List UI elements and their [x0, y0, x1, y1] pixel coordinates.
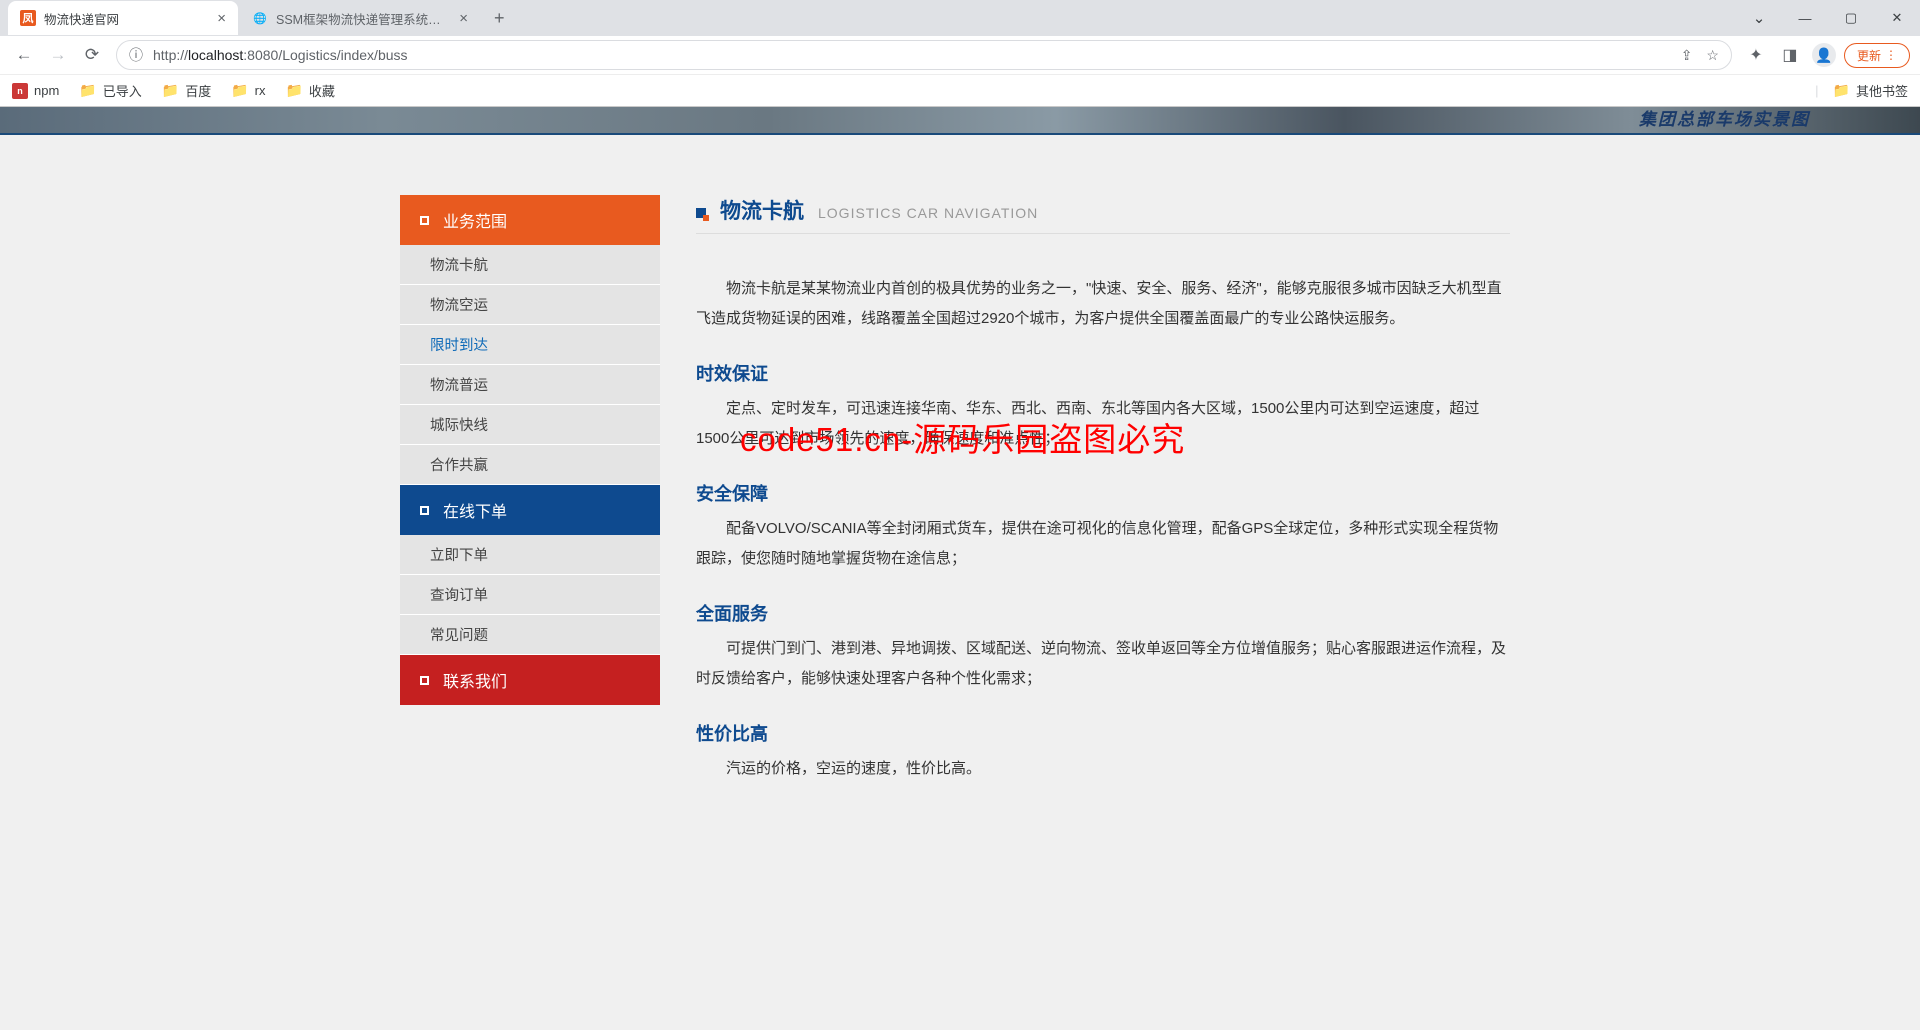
other-bookmarks[interactable]: 📁其他书签	[1833, 81, 1908, 100]
article-body: 物流卡航是某某物流业内首创的极具优势的业务之一，"快速、安全、服务、经济"，能够…	[696, 274, 1510, 784]
sidebar-heading-contact[interactable]: 联系我们	[400, 655, 660, 705]
hero-banner: 集团总部车场实景图	[0, 107, 1920, 135]
npm-icon: n	[12, 83, 28, 99]
browser-tab-inactive[interactable]: 🌐 SSM框架物流快递管理系统后台 ×	[240, 1, 480, 35]
section-body: 汽运的价格，空运的速度，性价比高。	[696, 754, 1510, 784]
section-heading-safety: 安全保障	[696, 480, 1510, 506]
section-body: 可提供门到门、港到港、异地调拨、区域配送、逆向物流、签收单返回等全方位增值服务；…	[696, 634, 1510, 694]
folder-icon: 📁	[231, 82, 248, 99]
site-info-icon[interactable]: ⓘ	[129, 45, 143, 65]
sidebar-item-faq[interactable]: 常见问题	[400, 615, 660, 655]
folder-icon: 📁	[162, 82, 179, 99]
forward-button[interactable]: →	[44, 41, 72, 69]
chevron-down-icon[interactable]: ⌄	[1736, 1, 1782, 35]
window-controls: ⌄ — ▢ ✕	[1736, 1, 1920, 35]
sidebar-heading-order: 在线下单	[400, 485, 660, 535]
section-heading-value: 性价比高	[696, 720, 1510, 746]
tab-bar: 凤 物流快递官网 × 🌐 SSM框架物流快递管理系统后台 × + ⌄ — ▢ ✕	[0, 0, 1920, 36]
reload-button[interactable]: ⟳	[78, 41, 106, 69]
sidebar-item-general[interactable]: 物流普运	[400, 365, 660, 405]
sidebar-item-air[interactable]: 物流空运	[400, 285, 660, 325]
section-heading-service: 全面服务	[696, 600, 1510, 626]
folder-icon: 📁	[1833, 82, 1850, 99]
browser-tab-active[interactable]: 凤 物流快递官网 ×	[8, 1, 238, 35]
close-window-button[interactable]: ✕	[1874, 1, 1920, 35]
bookmark-npm[interactable]: nnpm	[12, 83, 59, 99]
sidebar-item-place-order[interactable]: 立即下单	[400, 535, 660, 575]
bookmark-imported[interactable]: 📁已导入	[79, 81, 141, 100]
sidebar-item-car-nav[interactable]: 物流卡航	[400, 245, 660, 285]
url-text: http://localhost:8080/Logistics/index/bu…	[153, 47, 408, 63]
address-bar[interactable]: ⓘ http://localhost:8080/Logistics/index/…	[116, 40, 1732, 70]
minimize-button[interactable]: —	[1782, 1, 1828, 35]
update-button[interactable]: 更新⋮	[1844, 43, 1910, 68]
menu-dots-icon: ⋮	[1885, 48, 1897, 62]
close-icon[interactable]: ×	[459, 10, 468, 27]
sidepanel-icon[interactable]: ◨	[1776, 41, 1804, 69]
bullet-icon	[420, 216, 429, 225]
banner-caption: 集团总部车场实景图	[1639, 107, 1810, 130]
sidebar-item-coop[interactable]: 合作共赢	[400, 445, 660, 485]
globe-icon: 🌐	[252, 10, 268, 26]
separator: |	[1815, 83, 1818, 98]
section-body: 定点、定时发车，可迅速连接华南、华东、西北、西南、东北等国内各大区域，1500公…	[696, 394, 1510, 454]
sidebar-item-intercity[interactable]: 城际快线	[400, 405, 660, 445]
bookmark-baidu[interactable]: 📁百度	[162, 81, 211, 100]
bullet-icon	[420, 506, 429, 515]
bookmarks-bar: nnpm 📁已导入 📁百度 📁rx 📁收藏 | 📁其他书签	[0, 74, 1920, 106]
title-en: LOGISTICS CAR NAVIGATION	[818, 205, 1038, 221]
browser-chrome: 凤 物流快递官网 × 🌐 SSM框架物流快递管理系统后台 × + ⌄ — ▢ ✕…	[0, 0, 1920, 107]
divider	[696, 233, 1510, 234]
sidebar-section-contact: 联系我们	[400, 655, 660, 705]
share-icon[interactable]: ⇪	[1681, 47, 1693, 64]
page-content: 业务范围 物流卡航 物流空运 限时到达 物流普运 城际快线 合作共赢 在线下单 …	[0, 135, 1920, 788]
intro-paragraph: 物流卡航是某某物流业内首创的极具优势的业务之一，"快速、安全、服务、经济"，能够…	[696, 274, 1510, 334]
tab-favicon-icon: 凤	[20, 10, 36, 26]
tab-title: 物流快递官网	[44, 9, 209, 28]
bullet-icon	[420, 676, 429, 685]
sidebar-section-business: 业务范围 物流卡航 物流空运 限时到达 物流普运 城际快线 合作共赢	[400, 195, 660, 485]
close-icon[interactable]: ×	[217, 10, 226, 27]
sidebar-section-order: 在线下单 立即下单 查询订单 常见问题	[400, 485, 660, 655]
section-heading-timeliness: 时效保证	[696, 360, 1510, 386]
back-button[interactable]: ←	[10, 41, 38, 69]
browser-toolbar: ← → ⟳ ⓘ http://localhost:8080/Logistics/…	[0, 36, 1920, 74]
bookmark-fav[interactable]: 📁收藏	[285, 81, 334, 100]
folder-icon: 📁	[79, 82, 96, 99]
new-tab-button[interactable]: +	[482, 8, 517, 29]
page-title: 物流卡航 LOGISTICS CAR NAVIGATION	[696, 195, 1510, 225]
title-bullet-icon	[696, 208, 706, 218]
maximize-button[interactable]: ▢	[1828, 1, 1874, 35]
profile-avatar[interactable]: 👤	[1810, 41, 1838, 69]
main-content: 物流卡航 LOGISTICS CAR NAVIGATION 物流卡航是某某物流业…	[696, 195, 1520, 788]
title-cn: 物流卡航	[720, 195, 804, 225]
bookmark-rx[interactable]: 📁rx	[231, 82, 265, 99]
folder-icon: 📁	[285, 82, 302, 99]
section-body: 配备VOLVO/SCANIA等全封闭厢式货车，提供在途可视化的信息化管理，配备G…	[696, 514, 1510, 574]
extensions-icon[interactable]: ✦	[1742, 41, 1770, 69]
sidebar-item-timed[interactable]: 限时到达	[400, 325, 660, 365]
star-icon[interactable]: ☆	[1706, 47, 1719, 64]
sidebar-item-query-order[interactable]: 查询订单	[400, 575, 660, 615]
sidebar: 业务范围 物流卡航 物流空运 限时到达 物流普运 城际快线 合作共赢 在线下单 …	[400, 195, 660, 788]
sidebar-heading-business: 业务范围	[400, 195, 660, 245]
tab-title: SSM框架物流快递管理系统后台	[276, 9, 451, 28]
